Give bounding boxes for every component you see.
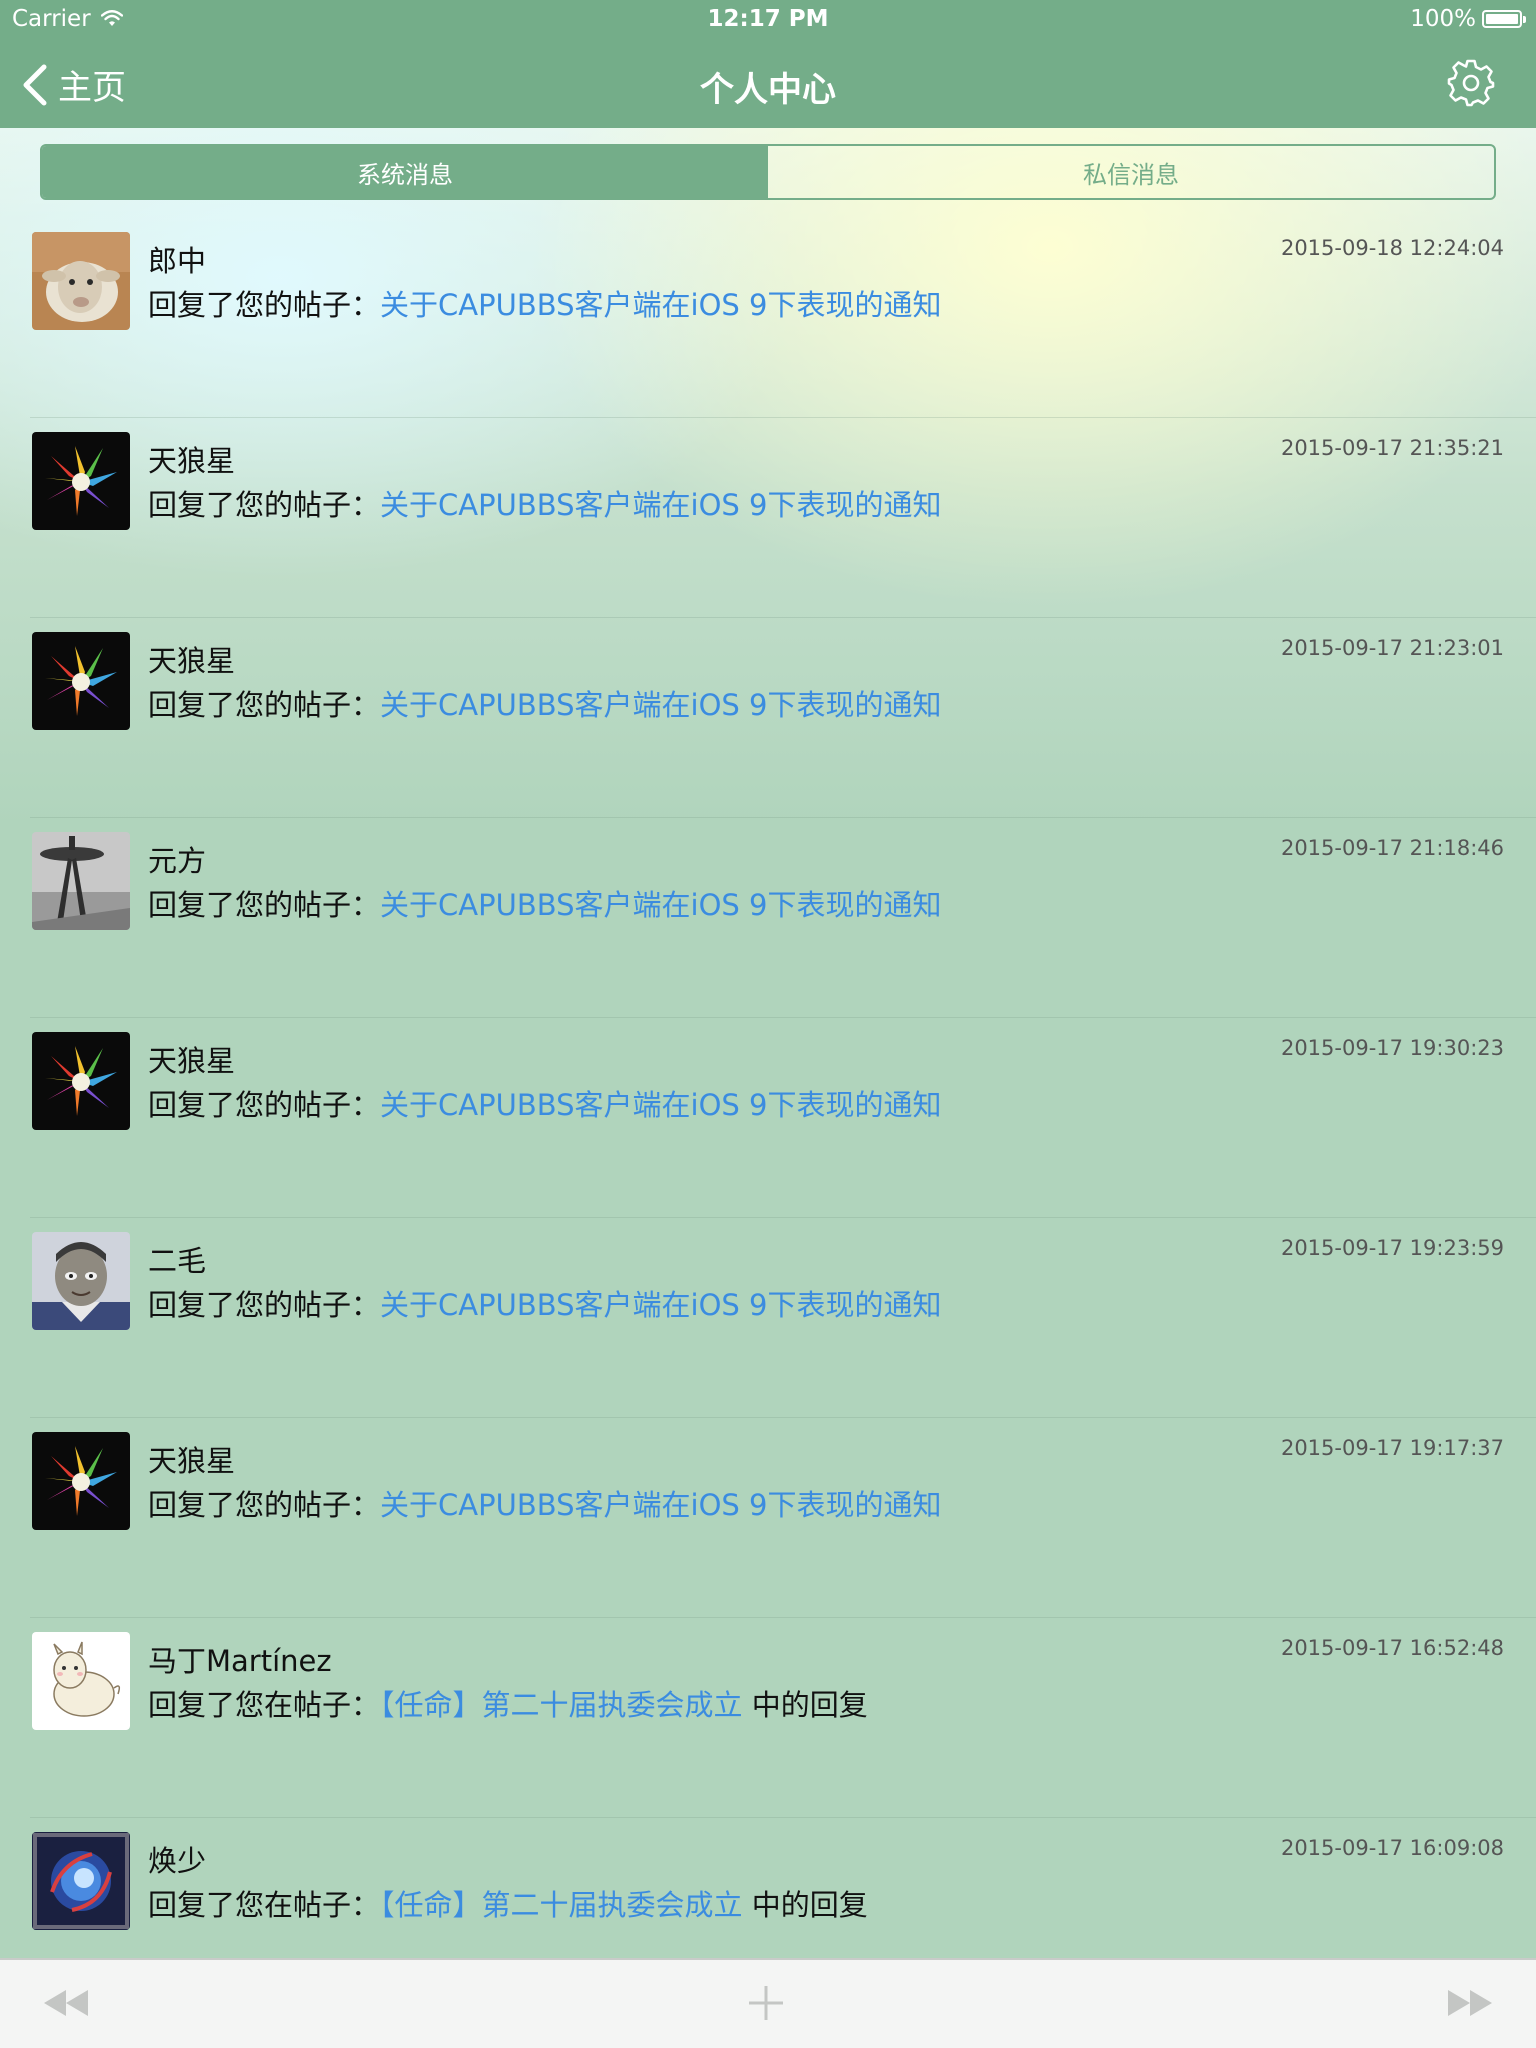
sender-name: 天狼星 bbox=[148, 1444, 236, 1478]
message-text: 回复了您的帖子：关于CAPUBBS客户端在iOS 9下表现的通知 bbox=[148, 682, 941, 724]
last-page-button[interactable] bbox=[1440, 1978, 1500, 2028]
status-bar: Carrier 12:17 PM 100% bbox=[0, 0, 1536, 42]
status-time: 12:17 PM bbox=[707, 6, 829, 32]
color-burst-avatar bbox=[32, 632, 130, 730]
post-link[interactable]: 关于CAPUBBS客户端在iOS 9下表现的通知 bbox=[380, 688, 941, 722]
tower-avatar bbox=[32, 832, 130, 930]
post-link[interactable]: 关于CAPUBBS客户端在iOS 9下表现的通知 bbox=[380, 1488, 941, 1522]
message-row[interactable]: 元方 2015-09-17 21:18:46 回复了您的帖子：关于CAPUBBS… bbox=[0, 818, 1536, 1018]
message-row[interactable]: 天狼星 2015-09-17 21:23:01 回复了您的帖子：关于CAPUBB… bbox=[0, 618, 1536, 818]
message-text: 回复了您的帖子：关于CAPUBBS客户端在iOS 9下表现的通知 bbox=[148, 482, 941, 524]
message-text: 回复了您的帖子：关于CAPUBBS客户端在iOS 9下表现的通知 bbox=[148, 1082, 941, 1124]
settings-button[interactable] bbox=[1444, 56, 1498, 110]
message-type-segmented-control: 系统消息 私信消息 bbox=[40, 144, 1496, 200]
message-action: 回复了您在帖子： bbox=[148, 1688, 381, 1722]
message-text: 回复了您在帖子：【任命】第二十届执委会成立 中的回复 bbox=[148, 1682, 868, 1724]
message-text: 回复了您的帖子：关于CAPUBBS客户端在iOS 9下表现的通知 bbox=[148, 282, 941, 324]
message-row[interactable]: 天狼星 2015-09-17 21:35:21 回复了您的帖子：关于CAPUBB… bbox=[0, 418, 1536, 618]
message-text: 回复了您在帖子：【任命】第二十届执委会成立 中的回复 bbox=[148, 1882, 868, 1924]
sender-name: 二毛 bbox=[148, 1244, 207, 1278]
color-burst-avatar bbox=[32, 1032, 130, 1130]
message-timestamp: 2015-09-17 16:52:48 bbox=[1280, 1636, 1504, 1660]
message-action: 回复了您的帖子： bbox=[148, 288, 381, 322]
post-link[interactable]: 关于CAPUBBS客户端在iOS 9下表现的通知 bbox=[380, 888, 941, 922]
message-action: 回复了您的帖子： bbox=[148, 688, 381, 722]
post-link[interactable]: 关于CAPUBBS客户端在iOS 9下表现的通知 bbox=[380, 1288, 941, 1322]
battery-indicator: 100% bbox=[1410, 6, 1526, 32]
message-action: 回复了您的帖子： bbox=[148, 488, 381, 522]
battery-percent: 100% bbox=[1410, 6, 1476, 32]
message-row[interactable]: 天狼星 2015-09-17 19:30:23 回复了您的帖子：关于CAPUBB… bbox=[0, 1018, 1536, 1218]
message-action: 回复了您在帖子： bbox=[148, 1888, 381, 1922]
message-timestamp: 2015-09-17 21:23:01 bbox=[1280, 636, 1504, 660]
blue-orb-avatar bbox=[32, 1832, 130, 1930]
message-timestamp: 2015-09-18 12:24:04 bbox=[1280, 236, 1504, 260]
sender-name: 天狼星 bbox=[148, 1044, 236, 1078]
post-link[interactable]: 关于CAPUBBS客户端在iOS 9下表现的通知 bbox=[380, 1088, 941, 1122]
message-timestamp: 2015-09-17 19:30:23 bbox=[1280, 1036, 1504, 1060]
tab-private-messages[interactable]: 私信消息 bbox=[768, 146, 1494, 198]
message-timestamp: 2015-09-17 21:35:21 bbox=[1280, 436, 1504, 460]
message-text: 回复了您的帖子：关于CAPUBBS客户端在iOS 9下表现的通知 bbox=[148, 1482, 941, 1524]
fast-forward-icon bbox=[1448, 1990, 1492, 2016]
message-row[interactable]: 马丁Martínez 2015-09-17 16:52:48 回复了您在帖子：【… bbox=[0, 1618, 1536, 1818]
message-action: 回复了您的帖子： bbox=[148, 1288, 381, 1322]
battery-icon bbox=[1482, 10, 1526, 28]
content-area: 系统消息 私信消息 郎中 2015-09-18 12:24:04 回复了您的帖子… bbox=[0, 128, 1536, 1958]
message-timestamp: 2015-09-17 16:09:08 bbox=[1280, 1836, 1504, 1860]
message-suffix: 中的回复 bbox=[742, 1888, 868, 1922]
tab-system-messages[interactable]: 系统消息 bbox=[42, 146, 768, 198]
rewind-icon bbox=[44, 1990, 88, 2016]
page-title: 个人中心 bbox=[700, 70, 836, 110]
alpaca-avatar bbox=[32, 1632, 130, 1730]
post-link[interactable]: 关于CAPUBBS客户端在iOS 9下表现的通知 bbox=[380, 288, 941, 322]
message-timestamp: 2015-09-17 19:17:37 bbox=[1280, 1436, 1504, 1460]
sender-name: 马丁Martínez bbox=[148, 1644, 332, 1678]
sender-name: 焕少 bbox=[148, 1844, 207, 1878]
bottom-toolbar bbox=[0, 1958, 1536, 2048]
sender-name: 郎中 bbox=[148, 244, 207, 278]
post-link[interactable]: 【任命】第二十届执委会成立 bbox=[380, 1688, 743, 1722]
message-text: 回复了您的帖子：关于CAPUBBS客户端在iOS 9下表现的通知 bbox=[148, 1282, 941, 1324]
sheep-avatar bbox=[32, 232, 130, 330]
post-link[interactable]: 【任命】第二十届执委会成立 bbox=[380, 1888, 743, 1922]
message-action: 回复了您的帖子： bbox=[148, 888, 381, 922]
message-row[interactable]: 二毛 2015-09-17 19:23:59 回复了您的帖子：关于CAPUBBS… bbox=[0, 1218, 1536, 1418]
compose-button[interactable] bbox=[736, 1978, 796, 2028]
first-page-button[interactable] bbox=[36, 1978, 96, 2028]
plus-icon bbox=[749, 1986, 783, 2020]
gear-icon bbox=[1447, 59, 1495, 107]
message-action: 回复了您的帖子： bbox=[148, 1088, 381, 1122]
sender-name: 天狼星 bbox=[148, 644, 236, 678]
message-timestamp: 2015-09-17 19:23:59 bbox=[1280, 1236, 1504, 1260]
sender-name: 元方 bbox=[148, 844, 207, 878]
sender-name: 天狼星 bbox=[148, 444, 236, 478]
cartoon-face-avatar bbox=[32, 1232, 130, 1330]
navigation-bar: 主页 个人中心 bbox=[0, 42, 1536, 128]
post-link[interactable]: 关于CAPUBBS客户端在iOS 9下表现的通知 bbox=[380, 488, 941, 522]
message-action: 回复了您的帖子： bbox=[148, 1488, 381, 1522]
message-list: 郎中 2015-09-18 12:24:04 回复了您的帖子：关于CAPUBBS… bbox=[0, 218, 1536, 2018]
color-burst-avatar bbox=[32, 432, 130, 530]
message-timestamp: 2015-09-17 21:18:46 bbox=[1280, 836, 1504, 860]
message-row[interactable]: 天狼星 2015-09-17 19:17:37 回复了您的帖子：关于CAPUBB… bbox=[0, 1418, 1536, 1618]
message-suffix: 中的回复 bbox=[742, 1688, 868, 1722]
message-row[interactable]: 郎中 2015-09-18 12:24:04 回复了您的帖子：关于CAPUBBS… bbox=[0, 218, 1536, 418]
message-text: 回复了您的帖子：关于CAPUBBS客户端在iOS 9下表现的通知 bbox=[148, 882, 941, 924]
color-burst-avatar bbox=[32, 1432, 130, 1530]
